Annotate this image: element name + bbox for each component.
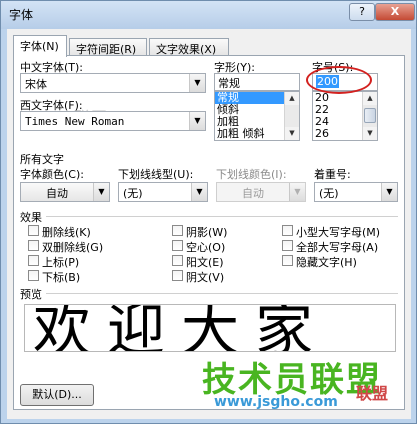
western-font-value: Times New Roman [25,115,125,128]
underline-color-value: 自动 [242,187,264,200]
checkbox-box[interactable] [172,240,183,251]
font-color-value: 自动 [46,187,68,200]
chevron-down-icon[interactable]: ▼ [191,183,207,201]
checkbox-box[interactable] [172,270,183,281]
font-color-select[interactable]: 自动 ▼ [20,182,110,202]
title-bar[interactable]: 字体 ? X [1,1,416,29]
preview-box: 欢迎大家 [24,304,396,352]
preview-divider [46,293,398,294]
chinese-font-select[interactable]: 宋体 ▼ [20,73,206,93]
scroll-down-icon[interactable]: ▼ [363,127,377,140]
checkbox-label: 双删除线(G) [42,241,104,254]
emphasis-mark-select[interactable]: (无) ▼ [314,182,398,202]
underline-color-label: 下划线颜色(I): [216,168,287,181]
site-url-text: www.jsgho.com [214,394,338,410]
window-title: 字体 [9,8,34,22]
checkbox-label: 阳文(E) [186,256,224,269]
chevron-down-icon[interactable]: ▼ [189,112,205,130]
checkbox-box[interactable] [28,240,39,251]
font-style-list[interactable]: 常规 倾斜 加粗 加粗 倾斜 ▲ ▼ [214,91,300,141]
scroll-up-icon[interactable]: ▲ [285,92,299,105]
font-color-label: 字体颜色(C): [20,168,84,181]
help-button[interactable]: ? [349,3,375,21]
checkbox-box[interactable] [28,270,39,281]
dialog-client: 字体(N) 字符间距(R) 文字效果(X) 联网 3LIAN.CO 中文字体(T… [7,29,411,419]
checkbox-box[interactable] [28,225,39,236]
font-tab-panel: 联网 3LIAN.CO 中文字体(T): 宋体 ▼ 西文字体(F): Times… [13,55,405,410]
highlight-ellipse [306,66,372,94]
font-style-input[interactable]: 常规 [214,73,300,91]
checkbox-box[interactable] [172,225,183,236]
underline-style-label: 下划线线型(U): [118,168,194,181]
tab-font[interactable]: 字体(N) [13,35,67,57]
checkbox-label: 空心(O) [186,241,226,254]
tab-character-spacing[interactable]: 字符间距(R) [69,38,147,56]
chevron-down-icon[interactable]: ▼ [381,183,397,201]
font-size-option[interactable]: 28 [315,140,329,141]
checkbox-box[interactable] [172,255,183,266]
underline-style-value: (无) [123,187,143,200]
chevron-down-icon[interactable]: ▼ [189,74,205,92]
chevron-down-icon[interactable]: ▼ [93,183,109,201]
checkbox-label: 下标(B) [42,271,81,284]
preview-section-label: 预览 [20,288,42,301]
font-dialog: 字体 ? X 字体(N) 字符间距(R) 文字效果(X) 联网 3LIAN.CO… [0,0,417,424]
font-size-list[interactable]: 20 22 24 26 28 ▲ ▼ [312,91,378,141]
font-style-scrollbar[interactable]: ▲ ▼ [284,92,299,140]
scroll-up-icon[interactable]: ▲ [363,92,377,105]
chinese-font-value: 宋体 [25,78,47,91]
checkbox-label: 上标(P) [42,256,80,269]
checkbox-box[interactable] [282,225,293,236]
effects-divider [46,216,398,217]
checkbox-label: 删除线(K) [42,226,91,239]
emphasis-mark-label: 着重号: [314,168,351,181]
scroll-down-icon[interactable]: ▼ [285,127,299,140]
checkbox-box[interactable] [282,240,293,251]
all-text-section-label: 所有文字 [20,153,64,166]
effects-section-label: 效果 [20,211,42,224]
checkbox-label: 阴影(W) [186,226,228,239]
western-font-select[interactable]: Times New Roman ▼ [20,111,206,131]
checkbox-box[interactable] [282,255,293,266]
site-logo-secondary: 联盟 [356,384,389,403]
default-button[interactable]: 默认(D)... [20,384,94,406]
checkbox-label: 阴文(V) [186,271,225,284]
checkbox-label: 全部大写字母(A) [296,241,379,254]
chevron-down-icon: ▼ [289,183,305,201]
checkbox-label: 小型大写字母(M) [296,226,381,239]
tab-text-effects[interactable]: 文字效果(X) [149,38,229,56]
scroll-thumb[interactable] [364,108,376,123]
preview-text: 欢迎大家 [33,304,330,352]
checkbox-box[interactable] [28,255,39,266]
emphasis-mark-value: (无) [319,187,339,200]
underline-color-select: 自动 ▼ [216,182,306,202]
close-button[interactable]: X [375,3,415,21]
checkbox-label: 隐藏文字(H) [296,256,357,269]
font-size-scrollbar[interactable]: ▲ ▼ [362,92,377,140]
underline-style-select[interactable]: (无) ▼ [118,182,208,202]
